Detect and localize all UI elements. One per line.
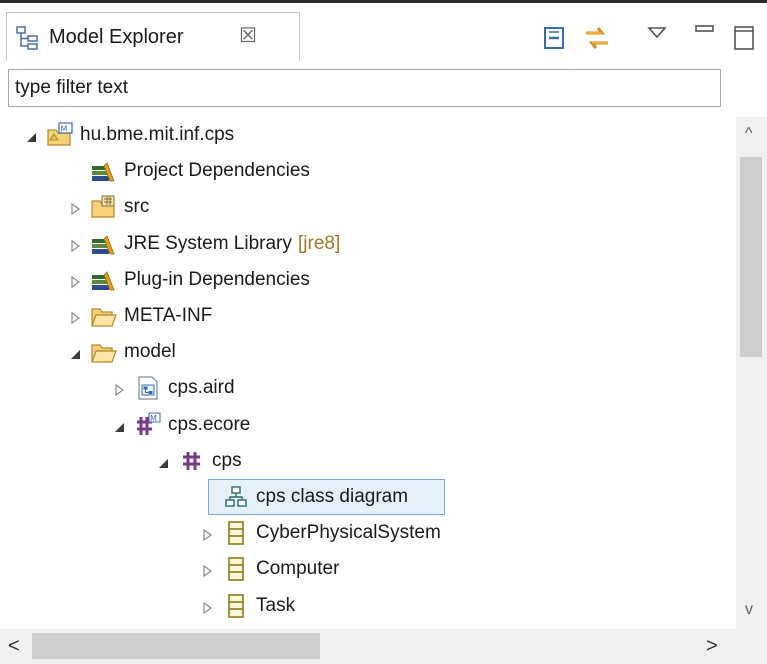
model-explorer-view: Model Explorer ☒ type filter text M hu.b… <box>0 0 767 664</box>
tree-item-label: Plug-in Dependencies <box>124 269 310 290</box>
library-icon <box>90 230 118 258</box>
scroll-corner <box>736 629 767 664</box>
tree-item[interactable]: cps <box>6 443 736 479</box>
expand-arrow-icon[interactable] <box>68 309 82 325</box>
tree-item[interactable]: cps.aird <box>6 370 736 406</box>
tree-item-label: hu.bme.mit.inf.cps <box>80 124 235 145</box>
scroll-left-icon[interactable]: < <box>8 635 20 658</box>
view-menu-icon[interactable] <box>642 19 672 49</box>
model-explorer-tab[interactable]: Model Explorer ☒ <box>6 12 300 61</box>
expand-arrow-icon[interactable] <box>68 200 82 216</box>
tree-item-label: src <box>124 196 150 217</box>
ecore-file-icon: M <box>134 411 162 439</box>
expand-arrow-icon[interactable] <box>200 562 214 578</box>
tree-item-label: cps class diagram <box>256 486 409 507</box>
tree-item[interactable]: Project Dependencies <box>6 153 736 189</box>
aird-file-icon <box>134 374 162 402</box>
tree-item[interactable]: cps class diagram <box>6 479 736 515</box>
collapse-arrow-icon[interactable] <box>112 418 126 432</box>
expand-arrow-icon[interactable] <box>200 599 214 615</box>
tree-item-label: cps.ecore <box>168 414 251 435</box>
tree-item-label: META-INF <box>124 305 213 326</box>
tree-item-label: Task <box>256 595 296 616</box>
scroll-right-icon[interactable]: > <box>706 635 718 658</box>
scroll-down-icon[interactable]: v <box>745 601 759 619</box>
collapse-arrow-icon[interactable] <box>156 454 170 468</box>
expand-arrow-icon[interactable] <box>68 273 82 289</box>
model-explorer-icon <box>15 25 41 51</box>
view-tab-bar: Model Explorer ☒ <box>0 6 767 64</box>
eclass-icon <box>222 592 250 620</box>
tree-item[interactable]: Task <box>6 588 736 624</box>
folder-icon <box>90 338 118 366</box>
svg-text:M: M <box>61 125 68 134</box>
filter-input[interactable] <box>8 69 721 107</box>
tree-item[interactable]: Plug-in Dependencies <box>6 262 736 298</box>
horizontal-scroll-thumb[interactable] <box>32 633 320 659</box>
svg-text:M: M <box>150 414 157 423</box>
scroll-up-icon[interactable]: ^ <box>745 125 759 143</box>
horizontal-scrollbar[interactable]: < > <box>0 629 736 664</box>
tree-item[interactable]: Mhu.bme.mit.inf.cps <box>6 117 736 153</box>
expand-arrow-icon[interactable] <box>112 381 126 397</box>
modeling-project-icon: M <box>46 121 74 149</box>
tree-item[interactable]: CyberPhysicalSystem <box>6 515 736 551</box>
tree-item-label: Computer <box>256 558 340 579</box>
source-folder-icon <box>90 193 118 221</box>
collapse-all-icon[interactable] <box>540 23 570 53</box>
tree-item-label: Project Dependencies <box>124 160 310 181</box>
collapse-arrow-icon[interactable] <box>24 128 38 142</box>
tree-item[interactable]: model <box>6 334 736 370</box>
tree-item-decoration: [jre8] <box>298 233 341 254</box>
maximize-icon[interactable] <box>730 23 760 53</box>
expand-arrow-icon[interactable] <box>68 237 82 253</box>
link-with-editor-icon[interactable] <box>582 23 612 53</box>
tree-item[interactable]: META-INF <box>6 298 736 334</box>
eclass-icon <box>222 519 250 547</box>
library-icon <box>90 266 118 294</box>
tree-item-label: model <box>124 341 176 362</box>
epackage-icon <box>178 447 206 475</box>
tree-item[interactable]: JRE System Library [jre8] <box>6 226 736 262</box>
eclass-icon <box>222 555 250 583</box>
library-icon <box>90 157 118 185</box>
project-tree: Mhu.bme.mit.inf.cps Project Dependencies s… <box>6 117 736 627</box>
tree-item-label: cps <box>212 450 242 471</box>
vertical-scrollbar[interactable]: ^ v <box>736 117 767 629</box>
tab-title: Model Explorer <box>49 26 184 48</box>
folder-icon <box>90 302 118 330</box>
tree-item-label: CyberPhysicalSystem <box>256 522 441 543</box>
tree-item[interactable]: Mcps.ecore <box>6 407 736 443</box>
vertical-scroll-thumb[interactable] <box>740 157 762 357</box>
tree-item-label: cps.aird <box>168 377 235 398</box>
minimize-icon[interactable] <box>690 17 720 47</box>
tree-item[interactable]: Computer <box>6 551 736 587</box>
expand-arrow-icon[interactable] <box>200 526 214 542</box>
collapse-arrow-icon[interactable] <box>68 345 82 359</box>
tree-item-label: JRE System Library <box>124 233 292 254</box>
class-diagram-icon <box>222 483 250 511</box>
tree-item[interactable]: src <box>6 189 736 225</box>
close-icon[interactable]: ☒ <box>239 23 257 48</box>
